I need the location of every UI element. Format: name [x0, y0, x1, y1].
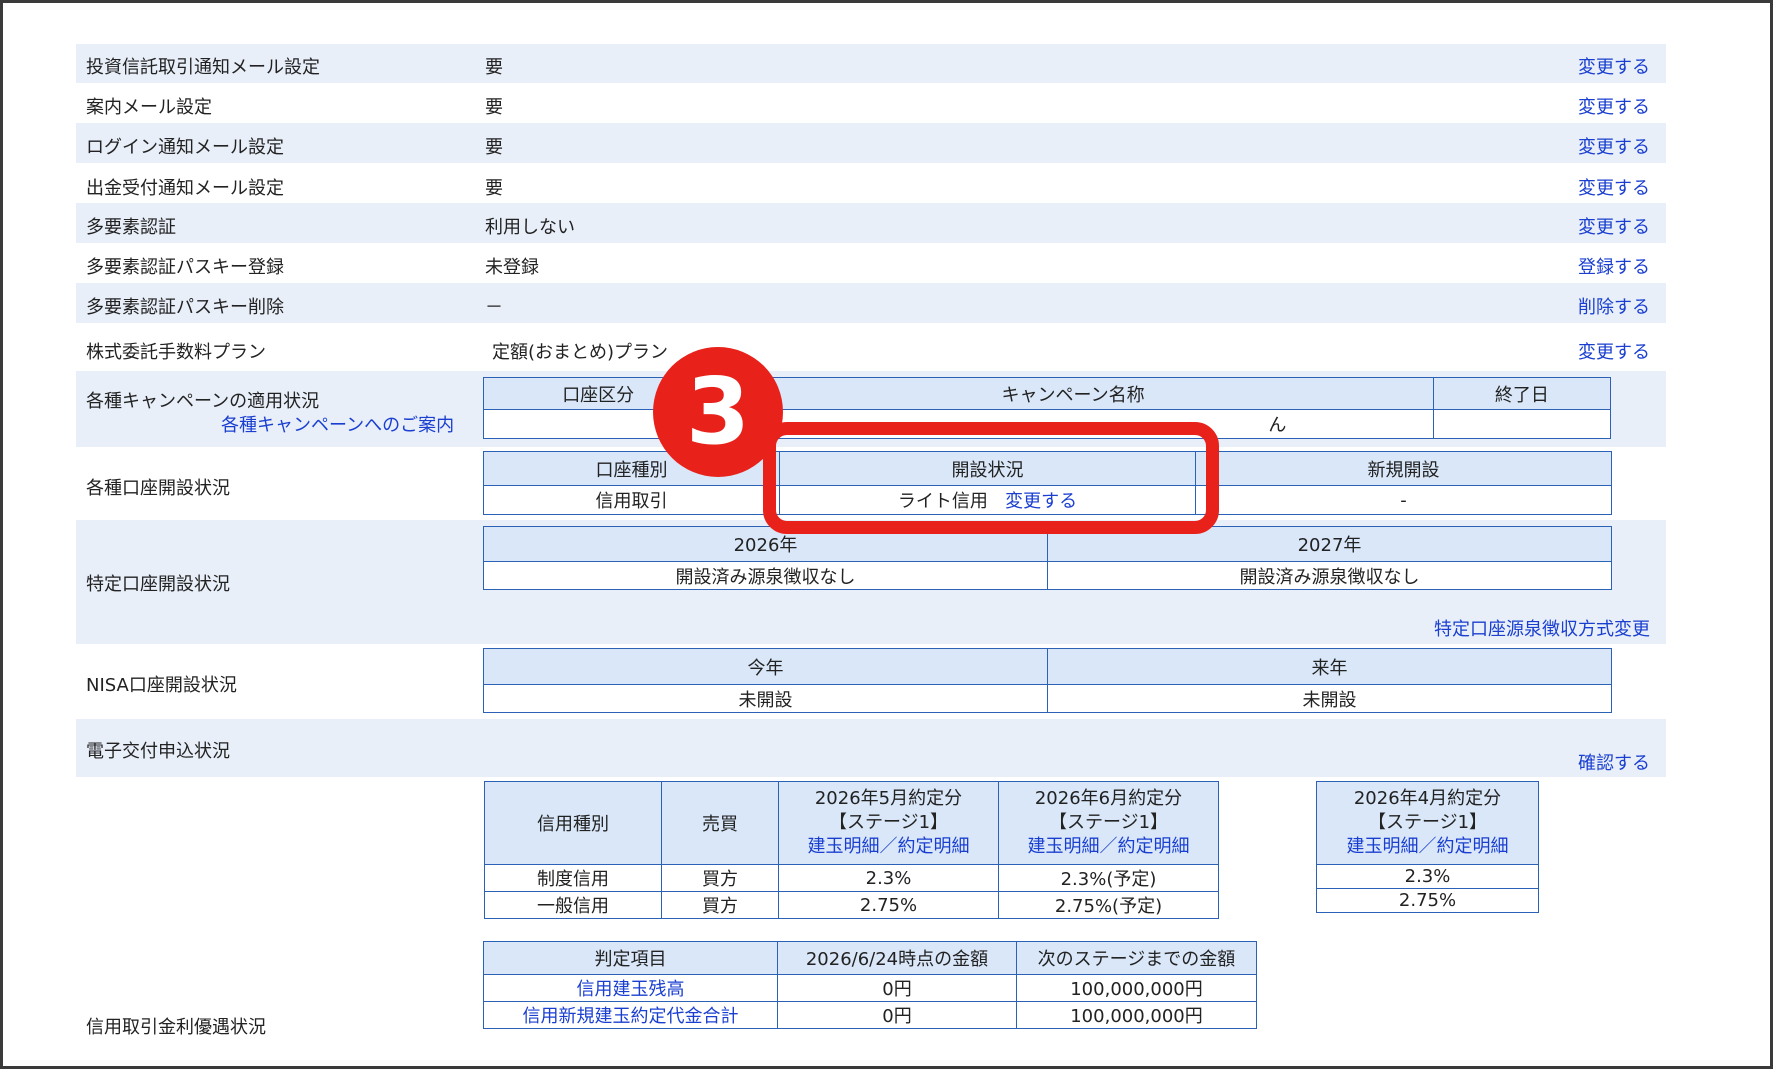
campaign-header-name: キャンペーン名称 — [712, 377, 1434, 410]
nisa-table: 今年 来年 未開設 未開設 — [483, 648, 1612, 713]
setting-label: 多要素認証 — [86, 217, 176, 238]
change-button[interactable]: 変更する — [1578, 133, 1650, 159]
setting-label: 出金受付通知メール設定 — [86, 178, 284, 199]
rate-june-value: 2.3%(予定) — [998, 864, 1219, 892]
margin-rate-table: 信用種別 売買 2026年5月約定分 【ステージ1】 建玉明細／約定明細 202… — [484, 781, 1219, 919]
electronic-label: 電子交付申込状況 — [86, 741, 230, 762]
nisa-value-next-year: 未開設 — [1047, 684, 1612, 713]
campaign-guide-link[interactable]: 各種キャンペーンへのご案内 — [221, 411, 454, 437]
rate-may-value: 2.3% — [778, 864, 999, 892]
rate-header-june: 2026年6月約定分 【ステージ1】 建玉明細／約定明細 — [998, 781, 1219, 865]
rate-side: 買方 — [661, 864, 779, 892]
setting-value: 未登録 — [485, 257, 539, 278]
judge-amount: 0円 — [777, 1001, 1017, 1029]
judge-header-next: 次のステージまでの金額 — [1016, 941, 1257, 975]
judge-header-item: 判定項目 — [483, 941, 778, 975]
rate-april-month: 2026年4月約定分 — [1353, 788, 1502, 809]
tokutei-table: 2026年 2027年 開設済み源泉徴収なし 開設済み源泉徴収なし — [483, 526, 1612, 590]
setting-label: 多要素認証パスキー削除 — [86, 297, 284, 318]
table-row: 信用新規建玉約定代金合計 0円 100,000,000円 — [483, 1001, 1257, 1029]
rate-may-detail-link[interactable]: 建玉明細／約定明細 — [780, 835, 998, 859]
rate-header-side: 売買 — [661, 781, 779, 865]
judge-header-amount: 2026/6/24時点の金額 — [777, 941, 1017, 975]
electronic-row: 電子交付申込状況 確認する — [76, 719, 1666, 777]
nisa-value-this-year: 未開設 — [483, 684, 1048, 713]
rate-june-stage: 【ステージ1】 — [1048, 812, 1169, 833]
step-badge: 3 — [653, 347, 783, 477]
setting-label: ログイン通知メール設定 — [86, 137, 284, 158]
tokutei-change-link[interactable]: 特定口座源泉徴収方式変更 — [1434, 615, 1650, 641]
setting-row-passkey-delete: 多要素認証パスキー削除 － 削除する — [76, 283, 1666, 323]
nisa-header-next-year: 来年 — [1047, 648, 1612, 685]
change-button[interactable]: 変更する — [1578, 93, 1650, 119]
setting-label: 株式委託手数料プラン — [86, 342, 266, 363]
campaign-cell-end — [1432, 409, 1612, 439]
judge-item-link[interactable]: 信用建玉残高 — [483, 974, 778, 1002]
change-button[interactable]: 変更する — [1578, 53, 1650, 79]
rate-may-month: 2026年5月約定分 — [814, 788, 963, 809]
setting-row-fee-plan: 株式委託手数料プラン 定額(おまとめ)プラン 変更する — [76, 323, 1666, 371]
setting-label: 多要素認証パスキー登録 — [86, 257, 284, 278]
rate-header-type: 信用種別 — [484, 781, 662, 865]
rate-header-may: 2026年5月約定分 【ステージ1】 建玉明細／約定明細 — [778, 781, 999, 865]
nisa-header-this-year: 今年 — [483, 648, 1048, 685]
rate-june-detail-link[interactable]: 建玉明細／約定明細 — [1000, 835, 1218, 859]
setting-label: 案内メール設定 — [86, 97, 212, 118]
rate-header-april: 2026年4月約定分 【ステージ1】 建玉明細／約定明細 — [1316, 781, 1539, 865]
margin-label: 信用取引金利優遇状況 — [86, 1017, 266, 1038]
rate-side: 買方 — [661, 891, 779, 919]
change-button[interactable]: 変更する — [1578, 338, 1650, 364]
setting-label: 投資信託取引通知メール設定 — [86, 57, 320, 78]
rate-april-value: 2.3% — [1316, 864, 1539, 889]
change-button[interactable]: 変更する — [1578, 174, 1650, 200]
setting-value: 要 — [485, 97, 503, 118]
account-opening-label: 各種口座開設状況 — [86, 478, 230, 499]
highlight-box — [763, 422, 1219, 534]
rate-may-value: 2.75% — [778, 891, 999, 919]
account-new-cell: - — [1195, 485, 1612, 515]
margin-april-table: 2026年4月約定分 【ステージ1】 建玉明細／約定明細 2.3% 2.75% — [1316, 781, 1539, 913]
rate-type: 制度信用 — [484, 864, 662, 892]
table-row: 制度信用 買方 2.3% 2.3%(予定) — [484, 864, 1219, 892]
screenshot-frame: 投資信託取引通知メール設定 要 変更する 案内メール設定 要 変更する ログイン… — [0, 0, 1773, 1069]
setting-value: 要 — [485, 178, 503, 199]
judge-next: 100,000,000円 — [1016, 1001, 1257, 1029]
setting-value: 要 — [485, 57, 503, 78]
register-button[interactable]: 登録する — [1578, 253, 1650, 279]
confirm-button[interactable]: 確認する — [1578, 749, 1650, 775]
setting-row-info-mail: 案内メール設定 要 変更する — [76, 83, 1666, 123]
judge-item-link[interactable]: 信用新規建玉約定代金合計 — [483, 1001, 778, 1029]
table-row: 信用建玉残高 0円 100,000,000円 — [483, 974, 1257, 1002]
account-header-new: 新規開設 — [1195, 451, 1612, 486]
judge-amount: 0円 — [777, 974, 1017, 1002]
setting-row-withdraw-mail: 出金受付通知メール設定 要 変更する — [76, 163, 1666, 203]
setting-row-passkey-register: 多要素認証パスキー登録 未登録 登録する — [76, 243, 1666, 283]
nisa-label: NISA口座開設状況 — [86, 675, 237, 696]
change-button[interactable]: 変更する — [1578, 213, 1650, 239]
setting-value: 利用しない — [485, 217, 575, 238]
rate-april-detail-link[interactable]: 建玉明細／約定明細 — [1318, 835, 1538, 859]
rate-type: 一般信用 — [484, 891, 662, 919]
setting-value: 要 — [485, 137, 503, 158]
rate-april-stage: 【ステージ1】 — [1367, 812, 1488, 833]
margin-judge-table: 判定項目 2026/6/24時点の金額 次のステージまでの金額 信用建玉残高 0… — [483, 941, 1257, 1029]
rate-june-value: 2.75%(予定) — [998, 891, 1219, 919]
setting-row-fund-mail: 投資信託取引通知メール設定 要 変更する — [76, 44, 1666, 83]
setting-value: 定額(おまとめ)プラン — [492, 342, 669, 363]
rate-june-month: 2026年6月約定分 — [1034, 788, 1183, 809]
setting-row-mfa: 多要素認証 利用しない 変更する — [76, 203, 1666, 243]
campaign-header-end: 終了日 — [1432, 377, 1612, 410]
setting-value: － — [485, 297, 503, 318]
table-row: 一般信用 買方 2.75% 2.75%(予定) — [484, 891, 1219, 919]
campaign-label: 各種キャンペーンの適用状況 — [86, 391, 320, 412]
account-type-cell: 信用取引 — [483, 485, 780, 515]
tokutei-status-next: 開設済み源泉徴収なし — [1047, 561, 1612, 590]
tokutei-status-this: 開設済み源泉徴収なし — [483, 561, 1048, 590]
setting-row-login-mail: ログイン通知メール設定 要 変更する — [76, 123, 1666, 163]
judge-next: 100,000,000円 — [1016, 974, 1257, 1002]
rate-may-stage: 【ステージ1】 — [828, 812, 949, 833]
rate-april-value: 2.75% — [1316, 888, 1539, 913]
tokutei-label: 特定口座開設状況 — [86, 574, 230, 595]
delete-button[interactable]: 削除する — [1578, 293, 1650, 319]
